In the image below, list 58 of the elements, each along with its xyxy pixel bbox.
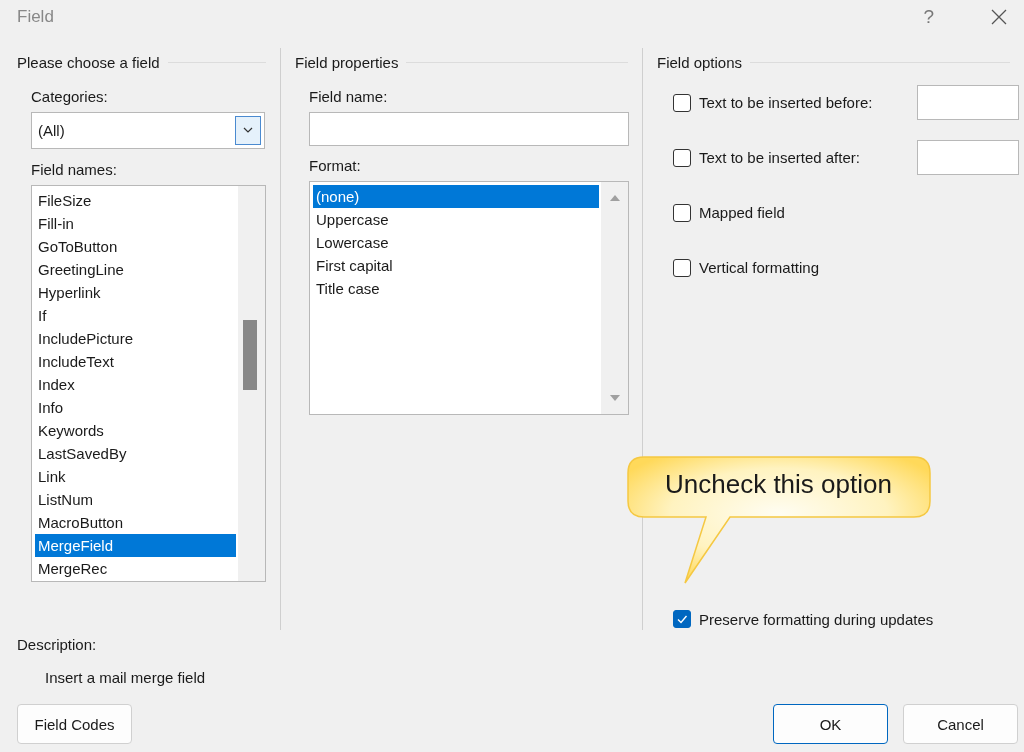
list-item[interactable]: LastSavedBy bbox=[35, 442, 236, 465]
group-heading: Field properties bbox=[295, 53, 399, 71]
dropdown-button[interactable] bbox=[235, 116, 261, 145]
checkbox-label: Mapped field bbox=[699, 204, 785, 221]
list-item[interactable]: Uppercase bbox=[313, 208, 599, 231]
list-item[interactable]: Keywords bbox=[35, 419, 236, 442]
list-item[interactable]: MergeField bbox=[35, 534, 236, 557]
field-label: Field name: bbox=[308, 87, 389, 107]
checkbox-label: Vertical formatting bbox=[699, 259, 820, 276]
dialog-button[interactable]: Field Codes bbox=[17, 704, 132, 744]
checkbox[interactable] bbox=[673, 258, 691, 277]
list-item[interactable]: Fill-in bbox=[35, 212, 236, 235]
list-item[interactable]: If bbox=[35, 304, 236, 327]
checkbox-label: Text to be inserted after: bbox=[699, 149, 860, 166]
callout-text: Uncheck this option bbox=[665, 469, 892, 500]
description-label: Description: bbox=[17, 636, 98, 653]
checkbox[interactable] bbox=[673, 610, 691, 628]
list-item[interactable]: First capital bbox=[313, 254, 599, 277]
field-label: Categories: bbox=[30, 87, 109, 107]
list-item[interactable]: FileSize bbox=[35, 189, 236, 212]
list-item[interactable]: ListNum bbox=[35, 488, 236, 511]
list-item[interactable]: IncludeText bbox=[35, 350, 236, 373]
list-item[interactable]: Link bbox=[35, 465, 236, 488]
checkbox-label: Preserve formatting during updates bbox=[699, 610, 934, 628]
chevron-down-icon bbox=[243, 127, 253, 134]
list-item[interactable]: (none) bbox=[313, 185, 599, 208]
list-item[interactable]: Title case bbox=[313, 277, 599, 300]
checkbox[interactable] bbox=[673, 93, 691, 112]
scroll-up-icon[interactable] bbox=[609, 194, 620, 202]
field-label: Format: bbox=[308, 156, 362, 176]
text-input[interactable] bbox=[917, 140, 1019, 175]
list-item[interactable]: MergeRec bbox=[35, 557, 236, 580]
list-item[interactable]: GreetingLine bbox=[35, 258, 236, 281]
text-input[interactable] bbox=[917, 85, 1019, 120]
checkbox-label: Text to be inserted before: bbox=[699, 94, 873, 111]
list-item[interactable]: Index bbox=[35, 373, 236, 396]
group-heading: Please choose a field bbox=[17, 53, 160, 71]
categories-dropdown[interactable]: (All) bbox=[31, 112, 265, 149]
dialog-button[interactable]: OK bbox=[773, 704, 888, 744]
list-item[interactable]: Hyperlink bbox=[35, 281, 236, 304]
list-item[interactable]: MacroButton bbox=[35, 511, 236, 534]
list-item[interactable]: GoToButton bbox=[35, 235, 236, 258]
list-item[interactable]: Lowercase bbox=[313, 231, 599, 254]
checkbox[interactable] bbox=[673, 148, 691, 167]
window-title: Field bbox=[17, 7, 55, 27]
check-icon bbox=[676, 613, 688, 625]
checkbox[interactable] bbox=[673, 203, 691, 222]
close-icon[interactable] bbox=[991, 9, 1007, 25]
dialog-button[interactable]: Cancel bbox=[903, 704, 1018, 744]
field-name-input[interactable] bbox=[309, 112, 629, 146]
group-heading: Field options bbox=[657, 53, 743, 71]
list-item[interactable]: Info bbox=[35, 396, 236, 419]
scroll-down-icon[interactable] bbox=[609, 394, 620, 402]
description-text: Insert a mail merge field bbox=[44, 668, 207, 686]
list-item[interactable]: IncludePicture bbox=[35, 327, 236, 350]
help-button[interactable]: ? bbox=[923, 6, 934, 28]
scrollbar[interactable] bbox=[238, 186, 265, 581]
field-label: Field names: bbox=[30, 160, 118, 180]
